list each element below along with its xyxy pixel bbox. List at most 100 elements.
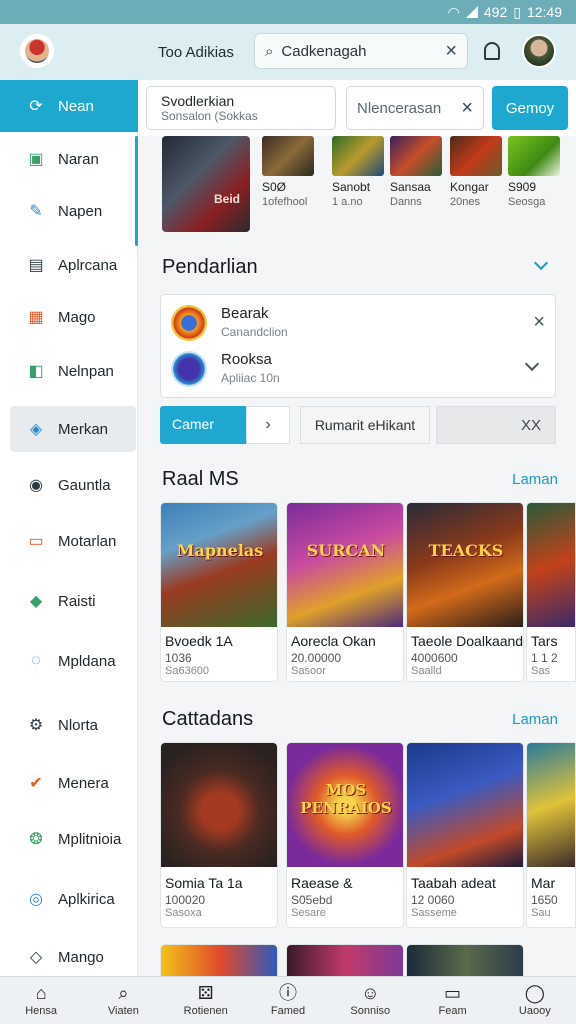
sidebar-item-naran[interactable]: ▣ Naran xyxy=(0,136,138,182)
bottom-nav-label: Uaooy xyxy=(518,1005,551,1017)
game-price: 100020 xyxy=(165,893,206,907)
tab-middle[interactable]: Rumarit eHikant xyxy=(300,406,430,444)
chevron-down-icon[interactable] xyxy=(533,255,549,271)
search-field-primary[interactable]: Svodlerkian Sonsalon (Sokkas xyxy=(146,86,336,130)
message-icon: ▭ xyxy=(28,533,44,550)
sidebar-item-mango[interactable]: ◇ Mango xyxy=(0,934,138,980)
chevron-right-icon[interactable]: › xyxy=(246,406,290,444)
sidebar-item-mpldana[interactable]: ◌ Mpldana xyxy=(0,638,138,684)
bottom-nav-famed[interactable]: ⓘ Famed xyxy=(247,977,329,1024)
close-icon[interactable]: × xyxy=(533,311,545,334)
list-item-subtitle: Canandclion xyxy=(221,325,288,339)
sidebar-item-nean[interactable]: ⟳ Nean xyxy=(0,80,138,132)
sidebar-item-label: Aplkirica xyxy=(58,890,115,908)
sidebar-item-label: Naran xyxy=(58,150,99,168)
sidebar-item-label: Mpldana xyxy=(58,652,116,670)
sidebar-item-label: Motarlan xyxy=(58,532,117,550)
game-card[interactable]: Mapnelas Bvoedk 1A 1036 Sa63600 xyxy=(160,502,278,682)
search-input[interactable]: ⌕ Cadkenagah × xyxy=(254,33,468,69)
game-art-title: MOS PENRAIOS xyxy=(300,781,392,817)
sidebar-item-menera[interactable]: ✔ Menera xyxy=(0,760,138,806)
featured-subtitle: 1ofefhool xyxy=(262,196,308,208)
sidebar-item-aplkirica[interactable]: ◎ Aplkirica xyxy=(0,876,138,922)
sidebar-item-gauntla[interactable]: ◉ Gauntla xyxy=(0,462,138,508)
game-card[interactable]: Tars 1 1 2 Sas xyxy=(526,502,576,682)
list-item-title: Bearak xyxy=(221,305,269,322)
featured-subtitle: Seosga xyxy=(508,196,546,208)
bottom-nav-label: Hensa xyxy=(25,1005,58,1017)
game-art: Mapnelas xyxy=(161,503,277,627)
tab-game[interactable]: Camer xyxy=(160,406,246,444)
search-field-subtitle: Sonsalon (Sokkas xyxy=(161,109,258,123)
profile-avatar[interactable] xyxy=(522,34,556,68)
bottom-nav-uaooy[interactable]: ◯ Uaooy xyxy=(494,977,576,1024)
sidebar-item-mplitnioia[interactable]: ❂ Mplitnioia xyxy=(0,816,138,862)
game-card[interactable]: SURCAN Aorecla Okan 20.00000 Sasoor xyxy=(286,502,404,682)
sidebar-item-nelnpan[interactable]: ◧ Nelnpan xyxy=(0,348,138,394)
search-field-secondary[interactable]: Nlencerasan × xyxy=(346,86,484,130)
bottom-nav-label: Feam xyxy=(438,1005,467,1017)
sidebar-item-label: Raisti xyxy=(58,592,96,610)
cookie-icon: ❂ xyxy=(29,831,43,848)
game-card[interactable]: Taabah adeat 12 0060 Sasseme xyxy=(406,742,524,928)
home-icon: ⌂ xyxy=(35,983,47,1003)
game-art: SURCAN xyxy=(287,503,403,627)
bottom-nav-sonniso[interactable]: ☺ Sonniso xyxy=(329,977,411,1024)
sidebar-item-merkan[interactable]: ◈ Merkan xyxy=(10,406,136,452)
go-button[interactable]: Gemoy xyxy=(492,86,568,130)
target-icon: ◎ xyxy=(29,891,43,908)
face-icon: ☺ xyxy=(361,983,380,1003)
close-icon[interactable]: × xyxy=(445,40,457,63)
tab-end[interactable]: XX xyxy=(436,406,556,444)
bottom-nav-viaten[interactable]: ⌕ Viaten xyxy=(82,977,164,1024)
clear-icon[interactable]: × xyxy=(461,97,473,120)
list-item[interactable]: Bearak Canandclion × xyxy=(171,303,551,343)
sidebar-item-motarlan[interactable]: ▭ Motarlan xyxy=(0,518,138,564)
calculator-icon: ▦ xyxy=(28,309,44,326)
game-card[interactable]: MOS PENRAIOS Raease & S05ebd Sesare xyxy=(286,742,404,928)
game-price: 4000600 xyxy=(411,651,458,665)
bottom-nav-feam[interactable]: ▭ Feam xyxy=(411,977,493,1024)
game-card[interactable]: Somia Ta 1a 100020 Sasoxa xyxy=(160,742,278,928)
main-content: Svodlerkian Sonsalon (Sokkas Nlencerasan… xyxy=(138,80,576,984)
notification-bell-icon[interactable] xyxy=(484,42,500,60)
sidebar-item-label: Merkan xyxy=(58,420,109,438)
game-meta: Sasoor xyxy=(291,665,326,677)
sidebar-item-napen[interactable]: ✎ Napen xyxy=(0,188,138,234)
game-name: Mar xyxy=(531,875,556,891)
app-icon xyxy=(171,305,207,341)
game-meta: Sesare xyxy=(291,907,326,919)
sidebar-item-raisti[interactable]: ◆ Raisti xyxy=(0,578,138,624)
section-title: Pendarlian xyxy=(162,256,258,278)
game-meta: Sa63600 xyxy=(165,665,210,677)
featured-thumb[interactable] xyxy=(332,136,384,176)
game-card[interactable]: Mar 1650 Sau xyxy=(526,742,576,928)
game-name: Taeole Doalkaand xyxy=(411,633,523,649)
app-icon xyxy=(171,351,207,387)
sidebar-item-aplrcana[interactable]: ▤ Aplrcana xyxy=(0,242,138,288)
hero-label: Beid xyxy=(214,192,241,206)
list-item-title: Rooksa xyxy=(221,351,272,368)
sidebar-item-mago[interactable]: ▦ Mago xyxy=(0,294,138,340)
featured-thumb[interactable] xyxy=(450,136,502,176)
featured-hero-image[interactable]: Beid xyxy=(162,136,250,232)
sidebar-item-label: Nean xyxy=(58,97,94,115)
avatar[interactable] xyxy=(20,34,54,68)
folder-icon: ▭ xyxy=(444,983,462,1003)
featured-thumb[interactable] xyxy=(508,136,560,176)
game-price: 1036 xyxy=(165,651,192,665)
bottom-navigation: ⌂ Hensa ⌕ Viaten ⚄ Rotienen ⓘ Famed ☺ Sonniso ▭ Fea… xyxy=(0,976,576,1024)
sidebar-item-label: Nlorta xyxy=(58,716,99,734)
featured-title: Sansaa xyxy=(390,180,431,194)
sidebar-item-label: Napen xyxy=(58,202,103,220)
featured-thumb[interactable] xyxy=(390,136,442,176)
chevron-down-icon[interactable] xyxy=(524,356,540,372)
featured-thumb[interactable] xyxy=(262,136,314,176)
game-card[interactable]: TEACKS Taeole Doalkaand 4000600 Saalld xyxy=(406,502,524,682)
bottom-nav-hensa[interactable]: ⌂ Hensa xyxy=(0,977,82,1024)
list-item[interactable]: Rooksa Apliiac 10n xyxy=(171,349,551,389)
sidebar-item-nlorta[interactable]: ⚙ Nlorta xyxy=(0,702,138,748)
see-more-link[interactable]: Laman xyxy=(512,711,558,728)
bottom-nav-rotienen[interactable]: ⚄ Rotienen xyxy=(165,977,247,1024)
see-more-link[interactable]: Laman xyxy=(512,471,558,488)
